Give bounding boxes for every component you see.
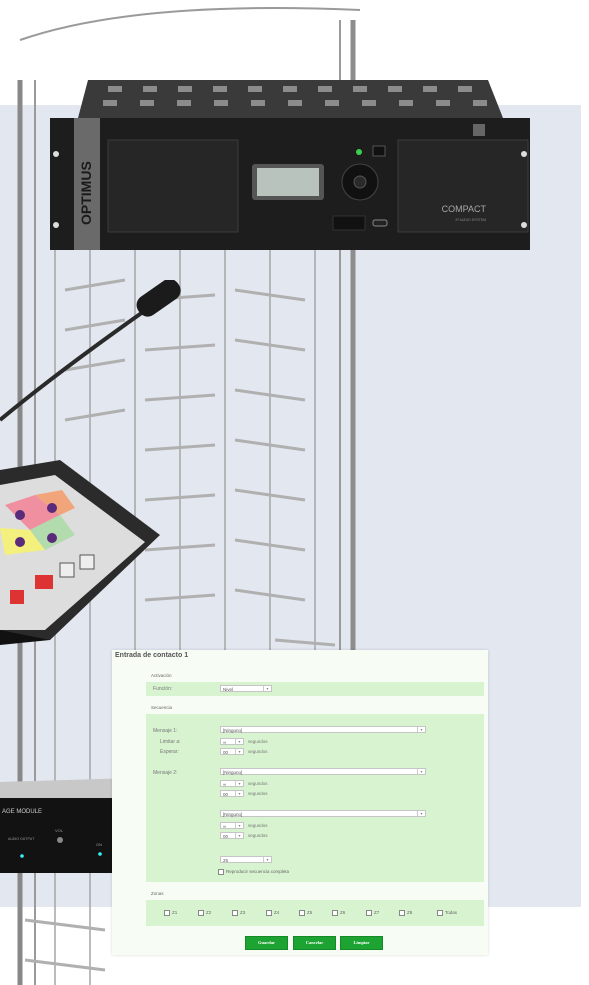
checkbox-box[interactable] — [399, 910, 405, 916]
message-2-limit-select[interactable]: ∞ ▾ — [220, 780, 244, 787]
activation-section — [146, 682, 484, 696]
repeat-select[interactable]: 25 ▾ — [220, 856, 272, 863]
zone-checkbox-z8[interactable]: Z8 — [399, 910, 412, 916]
message-1-wait-select[interactable]: 00 ▾ — [220, 748, 244, 755]
sequence-heading: Secuencia — [151, 705, 173, 710]
clear-button[interactable]: Limpiar — [340, 936, 383, 950]
message-2-wait-value: 00 — [223, 792, 229, 797]
audio-output-label: AUDIO OUTPUT — [8, 837, 35, 841]
zone-checkbox-z2[interactable]: Z2 — [198, 910, 211, 916]
zone-label: Z7 — [374, 910, 380, 916]
checkbox-box[interactable] — [437, 910, 443, 916]
zone-label: Z3 — [240, 910, 246, 916]
zone-checkbox-z7[interactable]: Z7 — [366, 910, 379, 916]
zone-checkbox-z5[interactable]: Z5 — [299, 910, 312, 916]
contact-input-form: Entrada de contacto 1 Activación Función… — [112, 650, 488, 955]
chevron-down-icon: ▾ — [235, 791, 243, 796]
zone-checkbox-all[interactable]: Todas — [437, 910, 457, 916]
zone-checkbox-z1[interactable]: Z1 — [164, 910, 177, 916]
wait-label: Esperar: — [160, 749, 179, 755]
repeat-value: 25 — [223, 858, 229, 863]
rack-server-device: OPTIMUS COMPACT IP AUDIO SYSTEM — [50, 80, 530, 250]
vol-label: VOL — [55, 828, 64, 833]
checkbox-box[interactable] — [218, 869, 224, 875]
function-select-value: Nivel — [223, 687, 234, 692]
message-3-value: [Ninguno] — [223, 812, 243, 817]
chevron-down-icon: ▾ — [417, 727, 425, 732]
zone-checkbox-z6[interactable]: Z6 — [332, 910, 345, 916]
checkbox-box[interactable] — [164, 910, 170, 916]
on-label: ON — [96, 842, 102, 847]
message-2-label: Mensaje 2: — [153, 770, 178, 776]
zone-label: Z6 — [340, 910, 346, 916]
chevron-down-icon: ▾ — [417, 769, 425, 774]
limit-unit: segundos — [248, 823, 268, 828]
chevron-down-icon: ▾ — [235, 749, 243, 754]
model-label: COMPACT — [442, 204, 487, 214]
limit-label: Limitar a: — [160, 739, 181, 745]
function-select[interactable]: Nivel ▾ — [220, 685, 272, 692]
limit-unit: segundos — [248, 781, 268, 786]
message-2-select[interactable]: [Ninguno] ▾ — [220, 768, 426, 775]
zone-label: Z2 — [206, 910, 212, 916]
message-3-wait-select[interactable]: 00 ▾ — [220, 832, 244, 839]
chevron-down-icon: ▾ — [263, 686, 271, 691]
save-button[interactable]: Guardar — [245, 936, 288, 950]
chevron-down-icon: ▾ — [417, 811, 425, 816]
zones-heading: Zonas — [151, 891, 164, 896]
message-1-limit-select[interactable]: ∞ ▾ — [220, 738, 244, 745]
chevron-down-icon: ▾ — [235, 781, 243, 786]
full-sequence-checkbox[interactable]: Reproducir secuencia completa — [218, 869, 289, 875]
zone-label: Z4 — [274, 910, 280, 916]
wait-unit: segundos — [248, 833, 268, 838]
message-1-value: [Ninguno] — [223, 728, 243, 733]
form-title: Entrada de contacto 1 — [115, 652, 189, 659]
message-3-limit-value: ∞ — [223, 824, 227, 829]
checkbox-box[interactable] — [332, 910, 338, 916]
message-3-select[interactable]: [Ninguno] ▾ — [220, 810, 426, 817]
brand-label: OPTIMUS — [78, 161, 94, 225]
model-sub-label: IP AUDIO SYSTEM — [456, 218, 487, 222]
full-sequence-label: Reproducir secuencia completa — [226, 869, 290, 875]
zone-label: Todas — [445, 910, 458, 916]
zone-checkbox-z3[interactable]: Z3 — [232, 910, 245, 916]
chevron-down-icon: ▾ — [235, 823, 243, 828]
chevron-down-icon: ▾ — [235, 739, 243, 744]
message-2-wait-select[interactable]: 00 ▾ — [220, 790, 244, 797]
message-2-limit-value: ∞ — [223, 782, 227, 787]
checkbox-box[interactable] — [266, 910, 272, 916]
zone-checkbox-z4[interactable]: Z4 — [266, 910, 279, 916]
sequence-section — [146, 714, 484, 882]
zone-label: Z5 — [307, 910, 313, 916]
message-1-wait-value: 00 — [223, 750, 229, 755]
limit-unit: segundos — [248, 739, 268, 744]
checkbox-box[interactable] — [366, 910, 372, 916]
message-3-limit-select[interactable]: ∞ ▾ — [220, 822, 244, 829]
wait-unit: segundos — [248, 749, 268, 754]
checkbox-box[interactable] — [299, 910, 305, 916]
cancel-button[interactable]: Cancelar — [293, 936, 336, 950]
message-1-limit-value: ∞ — [223, 740, 227, 745]
message-2-value: [Ninguno] — [223, 770, 243, 775]
zone-label: Z1 — [172, 910, 178, 916]
module-title: AGE MODULE — [2, 809, 42, 815]
message-1-label: Mensaje 1: — [153, 728, 178, 734]
wait-unit: segundos — [248, 791, 268, 796]
chevron-down-icon: ▾ — [235, 833, 243, 838]
message-1-select[interactable]: [Ninguno] ▾ — [220, 726, 426, 733]
zone-label: Z8 — [407, 910, 413, 916]
message-3-wait-value: 00 — [223, 834, 229, 839]
checkbox-box[interactable] — [232, 910, 238, 916]
function-label: Función: — [153, 686, 173, 692]
activation-heading: Activación — [151, 673, 172, 678]
chevron-down-icon: ▾ — [263, 857, 271, 862]
zones-section — [146, 900, 484, 926]
checkbox-box[interactable] — [198, 910, 204, 916]
microphone-console — [0, 280, 181, 645]
